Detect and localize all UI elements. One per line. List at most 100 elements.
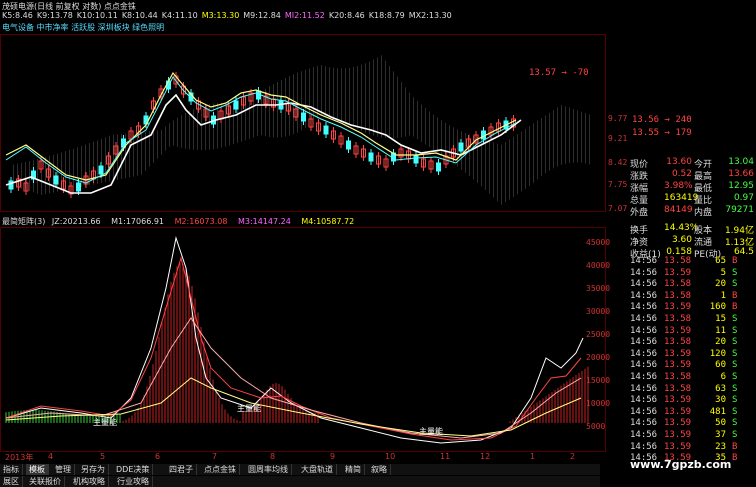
bid-ask-row: 13.55 → 179 bbox=[632, 128, 692, 138]
sector-tags[interactable]: 电气设备 中市净率 活跃股 深圳板块 绿色照明 bbox=[2, 22, 302, 33]
watermark: www.7gpzb.com bbox=[630, 459, 731, 470]
candle-body bbox=[413, 154, 419, 164]
bid-ask-row: 13.56 → 240 bbox=[632, 115, 692, 125]
indicator-annotation: 主量能 bbox=[419, 426, 443, 436]
candle-body bbox=[323, 125, 329, 135]
sector-tags-text[interactable]: 电气设备 中市净率 活跃股 深圳板块 绿色照明 bbox=[2, 23, 164, 32]
candle-body bbox=[53, 175, 59, 185]
m1-value: 17066.91 bbox=[125, 217, 165, 226]
price-axis-label: 7.07 bbox=[608, 204, 628, 213]
ma-legend-item: K20:8.46 bbox=[328, 11, 365, 20]
bottom-toolbar-2: 展区 关联报价 机构攻略 行业攻略 bbox=[0, 476, 600, 487]
indicator-name: 最简矩阵(3) bbox=[2, 217, 46, 226]
ma-legend-item: K4:11.10 bbox=[161, 11, 198, 20]
indicator-svg[interactable]: 主量能主量能主量能 bbox=[1, 228, 607, 453]
toolbar-tab[interactable]: 指标 bbox=[0, 464, 23, 475]
toolbar-tab[interactable]: 叙略 bbox=[368, 464, 391, 475]
quote-row: 外盘 84149 内盘 79271 bbox=[630, 205, 754, 218]
bottom-toolbar: 指标 模板 管理 另存为 DDE决策 四君子 点点金铢 圆周率均线 大盘轨道 精简 叙略 bbox=[0, 464, 600, 475]
indicator-chart-panel[interactable]: 主量能 主量能 主量能 bbox=[0, 227, 606, 452]
ma-legend-item: M3:13.30 bbox=[201, 11, 240, 20]
indicator-annotation: 主量能 bbox=[237, 403, 261, 413]
indicator-axis-label: 20000 bbox=[586, 353, 611, 362]
x-axis-label: 11 bbox=[440, 452, 451, 461]
tick-row: 14:56 13.59 60 S bbox=[630, 360, 738, 371]
candle-body bbox=[458, 142, 464, 152]
price-axis-label: 8.42 bbox=[608, 158, 628, 167]
m2-label: M2: bbox=[174, 217, 190, 226]
indicator-axis-label: 15000 bbox=[586, 376, 611, 385]
x-axis-label: 8 bbox=[270, 452, 276, 461]
toolbar-tab[interactable]: 另存为 bbox=[78, 464, 109, 475]
indicator-axis-label: 5000 bbox=[586, 422, 606, 431]
x-axis-label: 12 bbox=[480, 452, 491, 461]
toolbar-tab[interactable]: 管理 bbox=[52, 464, 75, 475]
tick-row: 14:56 13.58 63 S bbox=[630, 383, 738, 394]
indicator-axis-label: 40000 bbox=[586, 261, 611, 270]
indicator-axis-label: 35000 bbox=[586, 284, 611, 293]
toolbar-tab[interactable]: 关联报价 bbox=[26, 476, 65, 487]
indicator-axis-label: 45000 bbox=[586, 238, 611, 247]
toolbar-tab[interactable]: 精简 bbox=[342, 464, 365, 475]
tick-row: 14:56 13.58 6 S bbox=[630, 372, 738, 382]
ma-legend-item: K9:13.78 bbox=[36, 11, 73, 20]
tick-row: 14:56 13.59 11 S bbox=[630, 325, 738, 336]
indicator-annotation: 主量能 bbox=[93, 417, 117, 427]
price-tag-top: 13.57 → -70 bbox=[529, 68, 589, 78]
indicator-header: 最简矩阵(3) JZ:20213.66 M1:17066.91 M2:16073… bbox=[2, 216, 602, 227]
bid-ask-panel: 13.56 → 240 13.55 → 179 bbox=[632, 115, 756, 155]
m3-label: M3: bbox=[237, 217, 253, 226]
toolbar-tab[interactable]: 大盘轨道 bbox=[298, 464, 337, 475]
ma-legend-item: K5:8.46 bbox=[2, 11, 33, 20]
tick-row: 14:56 13.59 23 B bbox=[630, 441, 738, 452]
ma-legend-item: K18:8.79 bbox=[368, 11, 405, 20]
histogram-series bbox=[5, 263, 589, 423]
candle-body bbox=[76, 182, 81, 192]
tick-row: 14:56 13.58 65 B bbox=[630, 256, 738, 266]
toolbar-tab[interactable]: DDE决策 bbox=[113, 464, 154, 475]
x-axis-label: 4 bbox=[48, 452, 54, 461]
price-chart-svg[interactable]: 13.57 → -70 bbox=[1, 35, 607, 213]
quote-row: 总量 163419 量比 0.97 bbox=[630, 193, 754, 206]
ma-legend-item: MI2:11.52 bbox=[284, 11, 325, 20]
indicator-annotations: 主量能主量能主量能 bbox=[93, 403, 443, 436]
candle-body bbox=[346, 140, 351, 150]
price-chart-panel[interactable]: 13.57 → -70 bbox=[0, 34, 606, 212]
toolbar-tab[interactable]: 展区 bbox=[0, 476, 23, 487]
m4-label: M4: bbox=[301, 217, 317, 226]
candle-body bbox=[98, 165, 104, 175]
x-axis-label: 5 bbox=[100, 452, 106, 461]
tick-list[interactable]: 14:56 13.58 65 B 14:56 13.59 5 S 14:56 13.58 20 S 14… bbox=[628, 256, 756, 466]
candle-body bbox=[233, 100, 239, 110]
m4-value: 10587.72 bbox=[316, 217, 355, 226]
toolbar-tab[interactable]: 行业攻略 bbox=[114, 476, 153, 487]
m1-label: M1: bbox=[111, 217, 126, 226]
toolbar-tab[interactable]: 四君子 bbox=[166, 464, 197, 475]
price-axis-labels: 9.77 9.21 8.42 7.75 7.07 bbox=[608, 34, 630, 213]
candle-body bbox=[436, 162, 441, 172]
toolbar-tab[interactable]: 点点金铢 bbox=[201, 464, 240, 475]
watermark-text: www.7gpzb.com bbox=[630, 458, 732, 471]
x-axis-label: 9 bbox=[330, 452, 336, 461]
jz-label: JZ: bbox=[51, 217, 63, 226]
x-axis-label: 7 bbox=[212, 452, 218, 461]
indicator-axis-label: 10000 bbox=[586, 399, 611, 408]
tick-row: 14:56 13.58 1 B bbox=[630, 290, 738, 301]
quote-row: 换手 14.43% 股本 1.94亿 bbox=[630, 223, 754, 236]
indicator-axis-label: 25000 bbox=[586, 330, 611, 339]
toolbar-tab[interactable]: 模板 bbox=[26, 464, 49, 475]
ma-legend-item: MX2:13.30 bbox=[408, 11, 452, 20]
tick-row: 14:56 13.58 15 S bbox=[630, 314, 738, 324]
ma-legend-item: M9:12.84 bbox=[243, 11, 281, 20]
tick-row: 14:56 13.58 20 S bbox=[630, 279, 738, 290]
tick-row: 14:56 13.59 30 S bbox=[630, 395, 738, 406]
quote-panel: 现价 13.60 今开 13.04 涨跌 0.52 最高 13.66 涨幅 3.98% 最低 12.9… bbox=[628, 157, 756, 260]
tick-row: 14:56 13.59 50 S bbox=[630, 418, 738, 429]
x-axis: 2013年 4 5 6 7 8 9 10 11 12 1 2 bbox=[0, 452, 606, 463]
x-axis-label: 2013年 bbox=[5, 453, 34, 462]
quote-row: 涨跌 0.52 最高 13.66 bbox=[630, 169, 754, 182]
toolbar-tab[interactable]: 圆周率均线 bbox=[245, 464, 292, 475]
toolbar-tab[interactable]: 机构攻略 bbox=[70, 476, 109, 487]
candle-body bbox=[368, 152, 374, 162]
m3-value: 14147.24 bbox=[252, 217, 291, 226]
